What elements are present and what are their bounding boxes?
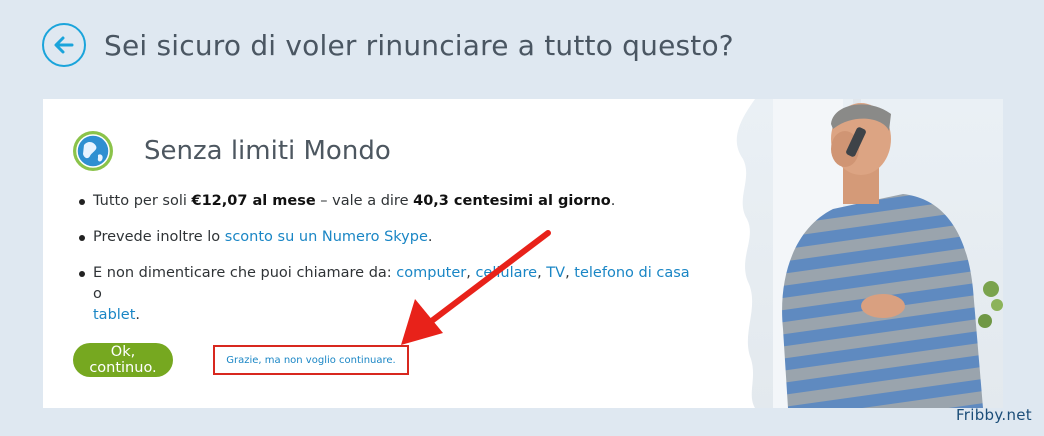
daily-price-text: 40,3 centesimi al giorno	[413, 193, 611, 209]
plan-card: Senza limiti Mondo Tutto per soli €12,07…	[43, 99, 1003, 408]
feature-text: .	[427, 229, 433, 245]
feature-devices: E non dimenticare che puoi chiamare da: …	[79, 263, 693, 326]
separator: .	[135, 307, 141, 323]
feature-list: Tutto per soli €12,07 al mese – vale a d…	[79, 191, 693, 341]
feature-text: E non dimenticare che puoi chiamare da:	[93, 265, 397, 281]
feature-price: Tutto per soli €12,07 al mese – vale a d…	[79, 191, 693, 212]
tablet-link[interactable]: tablet	[93, 307, 135, 323]
watermark: Fribby.net	[955, 406, 1032, 424]
skype-number-link[interactable]: sconto su un Numero Skype	[225, 229, 428, 245]
decline-link[interactable]: Grazie, ma non voglio continuare.	[213, 345, 409, 375]
header: Sei sicuro di voler rinunciare a tutto q…	[42, 22, 1002, 68]
plan-title: Senza limiti Mondo	[144, 136, 391, 166]
feature-text: .	[610, 193, 616, 209]
page-title: Sei sicuro di voler rinunciare a tutto q…	[104, 28, 734, 62]
feature-text: – vale a dire	[315, 193, 414, 209]
feature-discount: Prevede inoltre lo sconto su un Numero S…	[79, 227, 693, 248]
back-button[interactable]	[42, 23, 86, 67]
globe-icon	[72, 130, 114, 172]
separator: ,	[537, 265, 547, 281]
cellulare-link[interactable]: cellulare	[475, 265, 537, 281]
feature-text: Prevede inoltre lo	[93, 229, 225, 245]
separator: ,	[565, 265, 575, 281]
ok-continue-button[interactable]: Ok, continuo.	[73, 343, 173, 377]
home-phone-link[interactable]: telefono di casa	[574, 265, 689, 281]
tv-link[interactable]: TV	[546, 265, 565, 281]
computer-link[interactable]: computer	[396, 265, 466, 281]
feature-text: Tutto per soli	[93, 193, 192, 209]
man-on-phone-photo	[733, 99, 1003, 408]
arrow-left-icon	[54, 36, 74, 54]
plan-header: Senza limiti Mondo	[72, 130, 391, 172]
price-text: €12,07 al mese	[191, 193, 316, 209]
separator: o	[93, 286, 102, 302]
